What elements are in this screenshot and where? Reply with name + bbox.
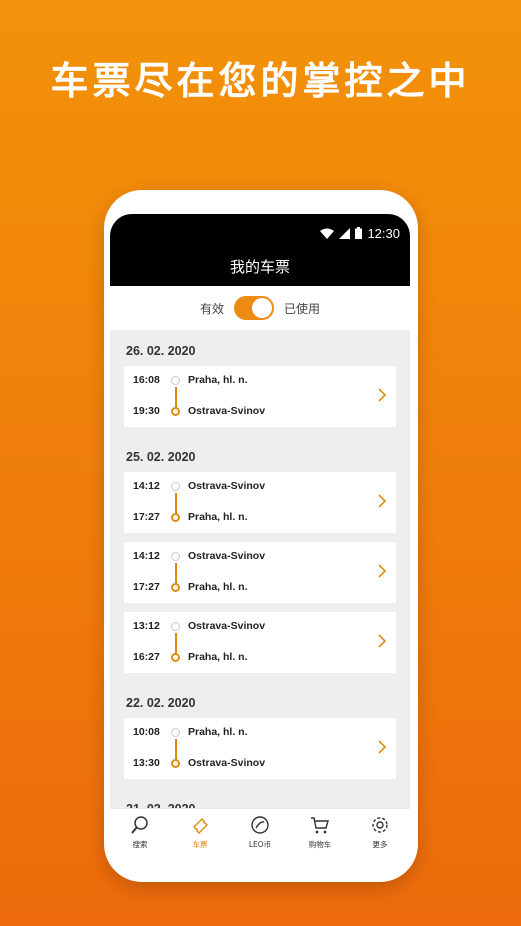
arrival-station: Ostrava-Svinov xyxy=(188,757,266,769)
tab-search[interactable]: 搜索 xyxy=(110,809,170,860)
arrival-station: Praha, hl. n. xyxy=(188,511,248,523)
chevron-right-icon xyxy=(378,634,386,648)
status-time: 12:30 xyxy=(367,225,400,241)
arrival-time: 17:27 xyxy=(133,511,160,523)
used-toggle-switch[interactable] xyxy=(234,296,274,320)
ticket-card[interactable]: 10:08 Praha, hl. n. 13:30 Ostrava-Svinov xyxy=(124,718,396,779)
arrival-dot-icon xyxy=(171,512,180,522)
departure-time: 14:12 xyxy=(133,480,160,492)
tab-label: 车票 xyxy=(192,840,208,849)
app-screen: 12:30 我的车票 有效 已使用 26. 02. 2020 16:08 Praha… xyxy=(110,214,410,860)
arrival-time: 16:27 xyxy=(133,651,160,663)
battery-icon xyxy=(355,227,363,239)
arrival-row: 17:27 Praha, hl. n. xyxy=(133,511,248,523)
departure-time: 14:12 xyxy=(133,550,160,562)
tab-gear[interactable]: 更多 xyxy=(350,809,410,860)
gear-icon xyxy=(370,815,390,837)
date-header: 26. 02. 2020 xyxy=(126,344,196,358)
arrival-dot-icon xyxy=(171,652,180,662)
ticket-card[interactable]: 14:12 Ostrava-Svinov 17:27 Praha, hl. n. xyxy=(124,542,396,603)
departure-station: Ostrava-Svinov xyxy=(188,480,266,492)
ticket-card[interactable]: 14:12 Ostrava-Svinov 17:27 Praha, hl. n. xyxy=(124,472,396,533)
toggle-knob xyxy=(252,298,272,318)
bottom-tab-bar: 搜索 车票 LEO币 购物车 更多 xyxy=(110,808,410,860)
departure-time: 10:08 xyxy=(133,726,160,738)
arrival-station: Praha, hl. n. xyxy=(188,651,248,663)
ticket-card[interactable]: 13:12 Ostrava-Svinov 16:27 Praha, hl. n. xyxy=(124,612,396,673)
tab-cart[interactable]: 购物车 xyxy=(290,809,350,860)
ticket-icon xyxy=(190,815,210,837)
date-header: 22. 02. 2020 xyxy=(126,696,196,710)
departure-dot-icon xyxy=(171,727,180,737)
tab-ticket[interactable]: 车票 xyxy=(170,809,230,860)
arrival-dot-icon xyxy=(171,758,180,768)
wifi-icon xyxy=(320,228,335,239)
cart-icon xyxy=(310,815,330,837)
arrival-time: 17:27 xyxy=(133,581,160,593)
departure-dot-icon xyxy=(171,481,180,491)
chevron-right-icon xyxy=(378,388,386,402)
arrival-time: 19:30 xyxy=(133,405,160,417)
arrival-dot-icon xyxy=(171,406,180,416)
departure-row: 13:12 Ostrava-Svinov xyxy=(133,620,265,632)
chevron-right-icon xyxy=(378,494,386,508)
chevron-right-icon xyxy=(378,564,386,578)
headline: 车票尽在您的掌控之中 xyxy=(50,59,471,103)
ticket-card[interactable]: 16:08 Praha, hl. n. 19:30 Ostrava-Svinov xyxy=(124,366,396,427)
arrival-row: 13:30 Ostrava-Svinov xyxy=(133,757,265,769)
arrival-row: 17:27 Praha, hl. n. xyxy=(133,581,248,593)
departure-station: Ostrava-Svinov xyxy=(188,550,266,562)
departure-row: 14:12 Ostrava-Svinov xyxy=(133,480,265,492)
arrival-row: 19:30 Ostrava-Svinov xyxy=(133,405,265,417)
departure-row: 10:08 Praha, hl. n. xyxy=(133,726,248,738)
departure-time: 13:12 xyxy=(133,620,160,632)
departure-dot-icon xyxy=(171,621,180,631)
departure-row: 14:12 Ostrava-Svinov xyxy=(133,550,265,562)
page-title: 我的车票 xyxy=(110,252,410,286)
departure-row: 16:08 Praha, hl. n. xyxy=(133,374,248,386)
search-icon xyxy=(130,815,150,837)
arrival-station: Praha, hl. n. xyxy=(188,581,248,593)
tab-label: 搜索 xyxy=(132,840,148,849)
date-header: 25. 02. 2020 xyxy=(126,450,196,464)
departure-station: Praha, hl. n. xyxy=(188,726,248,738)
coin-icon xyxy=(250,815,270,837)
arrival-station: Ostrava-Svinov xyxy=(188,405,266,417)
status-bar: 12:30 xyxy=(110,214,410,252)
arrival-dot-icon xyxy=(171,582,180,592)
departure-station: Praha, hl. n. xyxy=(188,374,248,386)
arrival-row: 16:27 Praha, hl. n. xyxy=(133,651,248,663)
tab-label: 购物车 xyxy=(308,840,332,849)
departure-dot-icon xyxy=(171,375,180,385)
tab-coin[interactable]: LEO币 xyxy=(230,809,290,860)
ticket-list: 26. 02. 2020 16:08 Praha, hl. n. 19:30 Ostra… xyxy=(110,330,410,824)
ticket-filter: 有效 已使用 xyxy=(110,286,410,330)
tab-label: LEO币 xyxy=(248,840,272,849)
departure-dot-icon xyxy=(171,551,180,561)
signal-icon xyxy=(339,227,351,239)
used-label[interactable]: 已使用 xyxy=(284,300,320,317)
departure-station: Ostrava-Svinov xyxy=(188,620,266,632)
chevron-right-icon xyxy=(378,740,386,754)
tab-label: 更多 xyxy=(372,840,388,849)
arrival-time: 13:30 xyxy=(133,757,160,769)
valid-label[interactable]: 有效 xyxy=(200,300,224,317)
departure-time: 16:08 xyxy=(133,374,160,386)
